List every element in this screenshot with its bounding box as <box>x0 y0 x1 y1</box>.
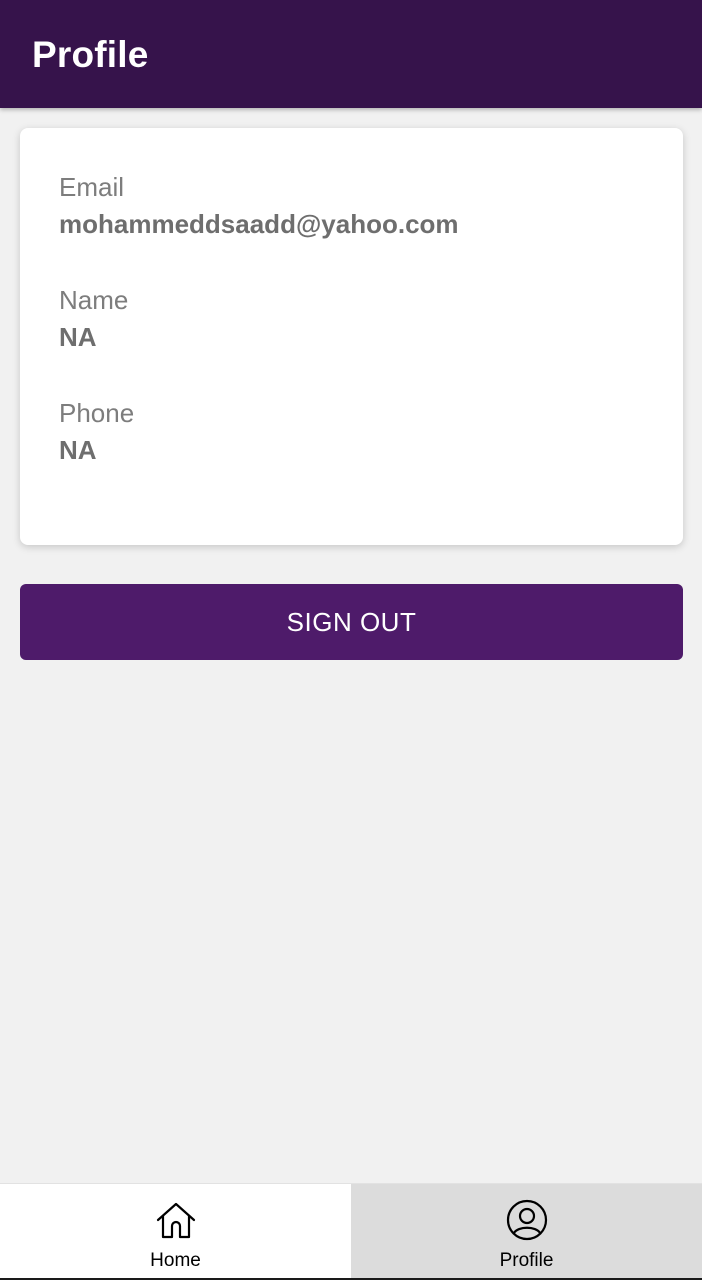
tab-home[interactable]: Home <box>0 1184 351 1280</box>
phone-value: NA <box>59 435 97 465</box>
profile-card: Email mohammeddsaadd@yahoo.com Name NA P… <box>20 128 683 545</box>
sign-out-button[interactable]: SIGN OUT <box>20 584 683 660</box>
name-value: NA <box>59 322 97 352</box>
app-screen: Profile Email mohammeddsaadd@yahoo.com N… <box>0 0 702 1280</box>
page-title: Profile <box>32 34 149 75</box>
bottom-navigation: Home Profile <box>0 1183 702 1280</box>
user-circle-icon <box>506 1199 547 1241</box>
app-bar: Profile <box>0 0 702 108</box>
email-label: Email <box>59 172 125 202</box>
tab-home-label: Home <box>150 1250 201 1271</box>
phone-field: Phone NA <box>59 398 134 465</box>
email-value: mohammeddsaadd@yahoo.com <box>59 209 459 239</box>
tab-profile-label: Profile <box>499 1250 554 1271</box>
email-field: Email mohammeddsaadd@yahoo.com <box>59 172 459 239</box>
name-field: Name NA <box>59 285 128 352</box>
phone-label: Phone <box>59 398 135 428</box>
tab-profile[interactable]: Profile <box>351 1184 702 1280</box>
home-icon <box>156 1202 195 1239</box>
name-label: Name <box>59 285 129 315</box>
